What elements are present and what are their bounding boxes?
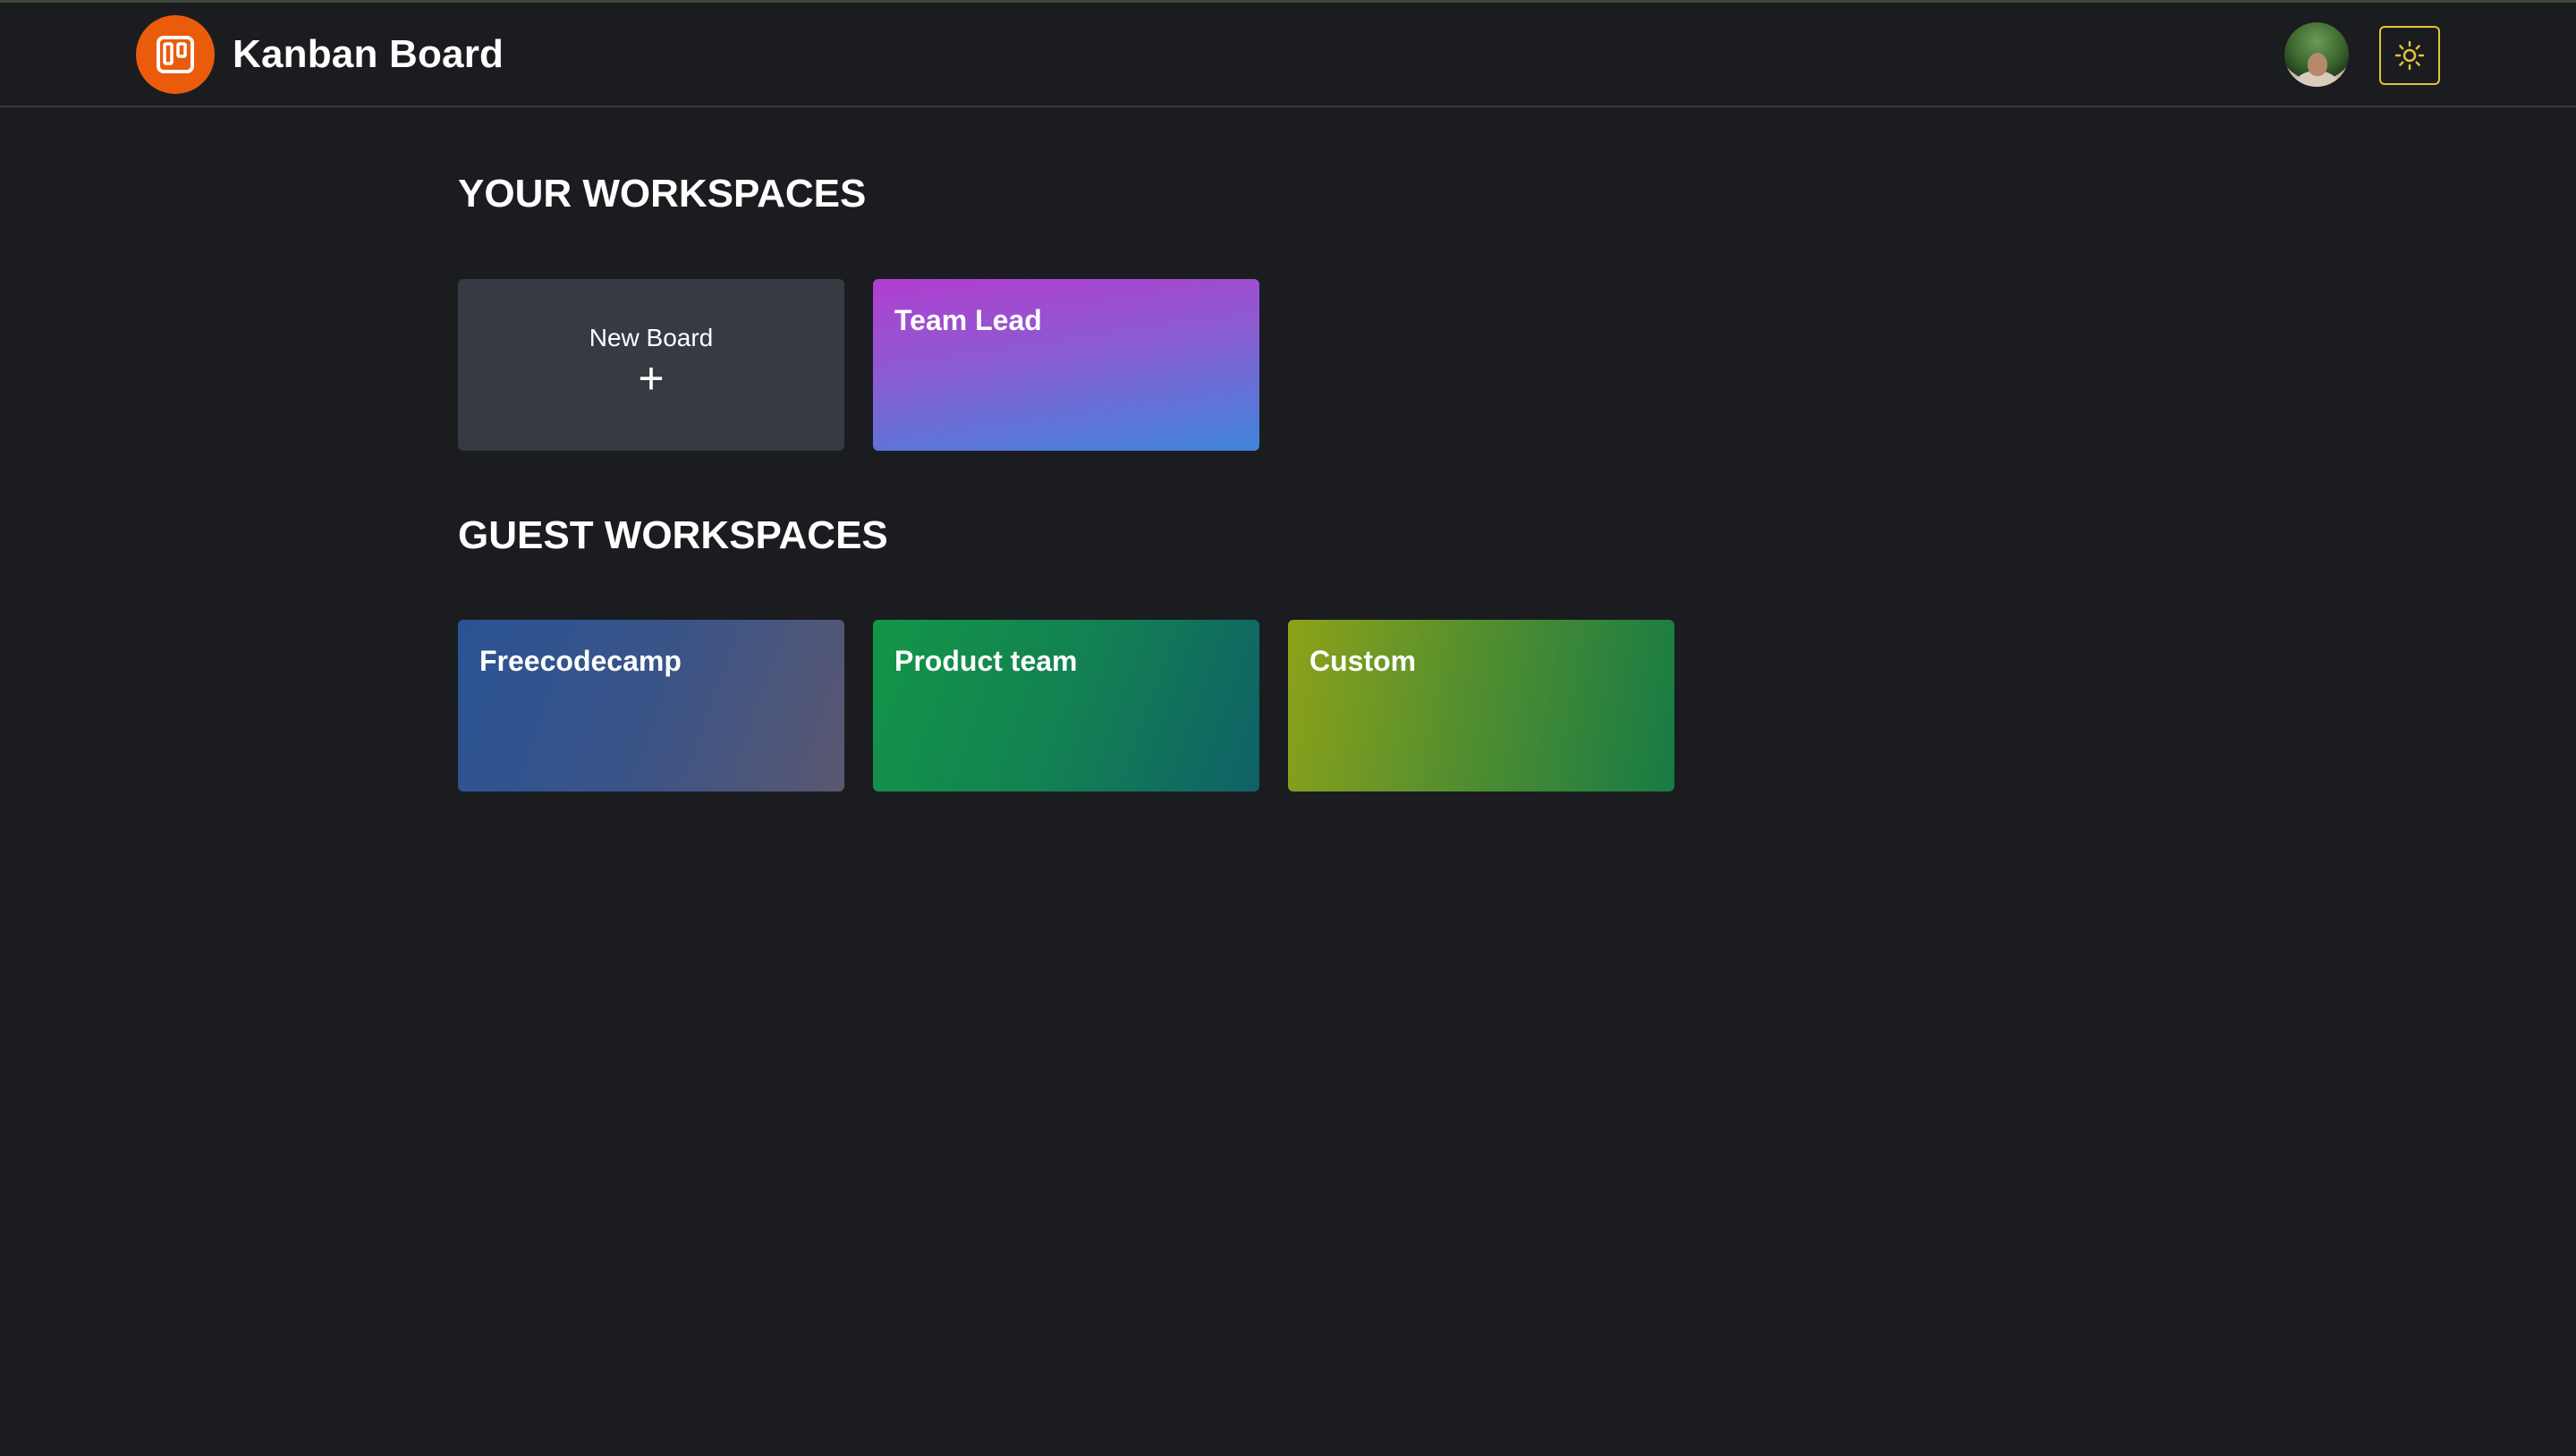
- board-card-title: Team Lead: [894, 304, 1042, 336]
- board-card-product-team[interactable]: Product team: [873, 620, 1259, 791]
- new-board-button[interactable]: New Board +: [458, 279, 844, 451]
- app-header: Kanban Board: [0, 3, 2576, 107]
- theme-toggle-button[interactable]: [2379, 26, 2440, 85]
- guest-workspaces-heading: GUEST WORKSPACES: [458, 513, 888, 557]
- board-card-custom[interactable]: Custom: [1288, 620, 1674, 791]
- avatar-face: [2308, 53, 2327, 76]
- plus-icon: +: [638, 353, 665, 403]
- new-board-label: New Board: [589, 324, 714, 351]
- app-logo[interactable]: [136, 15, 215, 94]
- sun-icon: [2394, 40, 2425, 71]
- user-avatar[interactable]: [2284, 22, 2349, 87]
- kanban-board-icon: [157, 36, 194, 73]
- board-card-team-lead[interactable]: Team Lead: [873, 279, 1259, 451]
- board-card-freecodecamp[interactable]: Freecodecamp: [458, 620, 844, 791]
- board-card-title: Freecodecamp: [479, 645, 682, 677]
- board-card-title: Custom: [1309, 645, 1417, 677]
- board-card-title: Product team: [894, 645, 1078, 677]
- your-workspaces-heading: YOUR WORKSPACES: [458, 172, 867, 216]
- app-title: Kanban Board: [233, 32, 504, 76]
